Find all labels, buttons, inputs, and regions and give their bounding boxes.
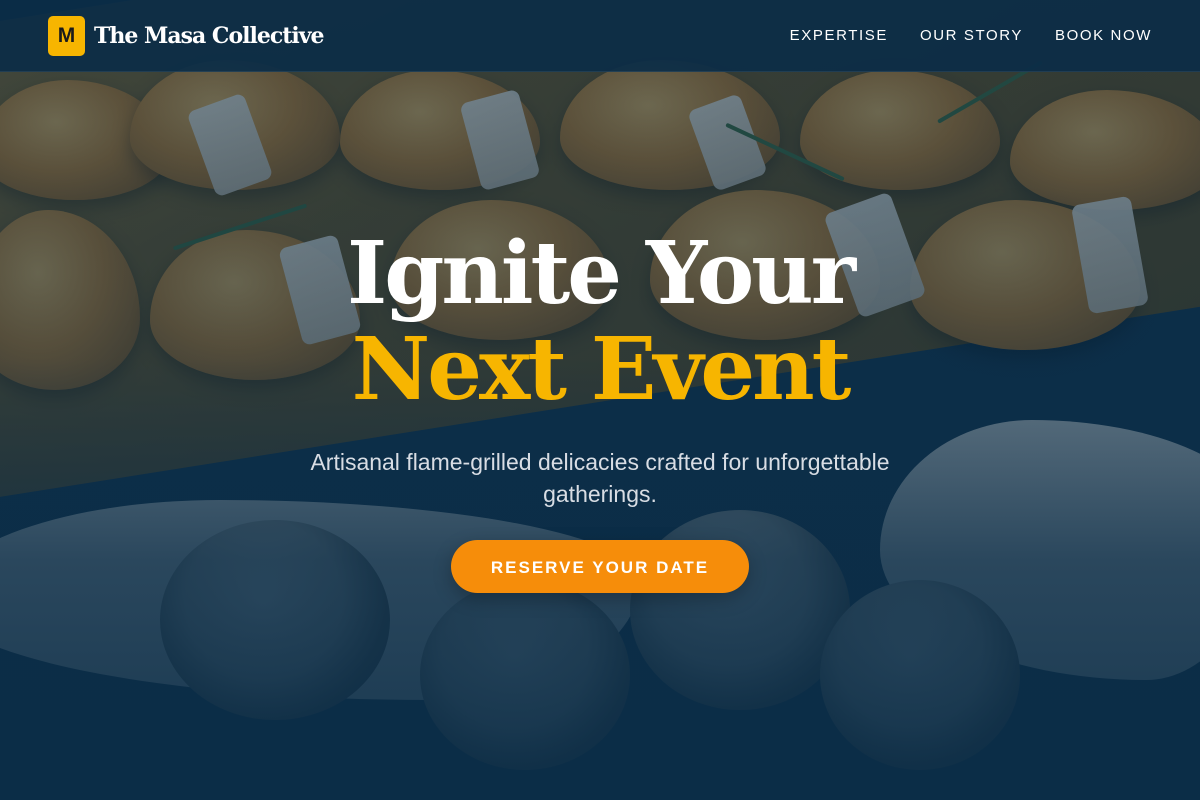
brand-name: The Masa Collective [94,22,325,49]
logo-badge: M [48,15,85,56]
headline-line-2: Next Event [351,319,852,420]
hero-subtitle: Artisanal flame-grilled delicacies craft… [310,449,890,507]
site-header: M The Masa Collective EXPERTISE OUR STOR… [0,0,1200,72]
hero-headline: Ignite Your Next Event [0,226,1200,418]
main-nav: EXPERTISE OUR STORY BOOK NOW [790,27,1152,44]
nav-link-book-now[interactable]: BOOK NOW [1055,27,1152,44]
hero-section: Ignite Your Next Event Artisanal flame-g… [0,226,1200,593]
brand-logo-link[interactable]: M The Masa Collective [48,15,325,56]
nav-link-our-story[interactable]: OUR STORY [920,27,1023,44]
nav-link-expertise[interactable]: EXPERTISE [790,27,888,44]
landing-page: M The Masa Collective EXPERTISE OUR STOR… [0,0,1200,800]
headline-line-1: Ignite Your [346,223,856,324]
reserve-date-button[interactable]: RESERVE YOUR DATE [451,540,749,593]
